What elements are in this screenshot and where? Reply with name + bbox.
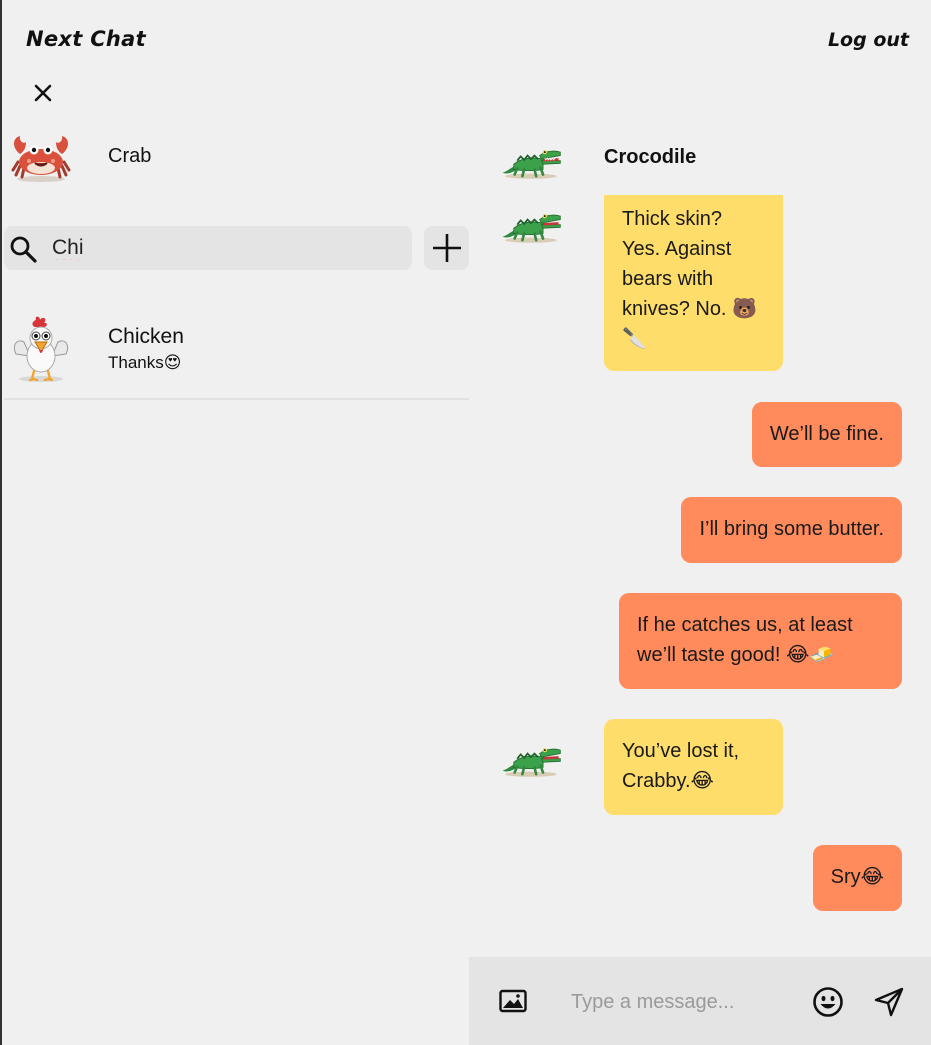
emoji-icon xyxy=(813,987,843,1017)
send-button[interactable] xyxy=(874,987,904,1022)
crab-avatar xyxy=(11,136,71,182)
close-icon xyxy=(34,84,52,102)
message-outgoing: Sry😂 xyxy=(812,845,902,911)
message-incoming: You’ve lost it, Crabby.😂 xyxy=(604,719,783,815)
message-outgoing: If he catches us, at least we’ll taste g… xyxy=(619,593,902,689)
add-chat-button[interactable] xyxy=(424,226,469,270)
search-box xyxy=(4,226,412,270)
message-input[interactable] xyxy=(571,987,791,1017)
search-icon xyxy=(10,236,37,263)
chat-contact-name: Crocodile xyxy=(604,146,697,168)
message-outgoing: I’ll bring some butter. xyxy=(681,497,902,563)
crocodile-avatar xyxy=(502,747,561,777)
app-title: Next Chat xyxy=(26,27,146,51)
message-composer xyxy=(469,957,931,1045)
chicken-avatar xyxy=(13,316,69,382)
close-button[interactable] xyxy=(30,80,56,106)
message-incoming: Thick skin? Yes. Against bears with kniv… xyxy=(604,195,783,371)
search-input[interactable] xyxy=(52,234,392,262)
contact-last-message: Thanks😍 xyxy=(108,353,182,372)
crocodile-avatar xyxy=(502,149,561,179)
message-outgoing: We’ll be fine. xyxy=(751,402,902,467)
emoji-button[interactable] xyxy=(812,986,844,1023)
contact-list-item[interactable]: Chicken Thanks😍 xyxy=(4,308,469,400)
current-user-name: Crab xyxy=(108,145,152,167)
plus-icon xyxy=(432,234,461,262)
image-icon xyxy=(499,989,527,1013)
contact-name: Chicken xyxy=(108,325,184,348)
attach-image-button[interactable] xyxy=(499,989,527,1018)
logout-button[interactable]: Log out xyxy=(828,29,909,51)
send-icon xyxy=(874,987,904,1017)
crocodile-avatar xyxy=(502,213,561,243)
